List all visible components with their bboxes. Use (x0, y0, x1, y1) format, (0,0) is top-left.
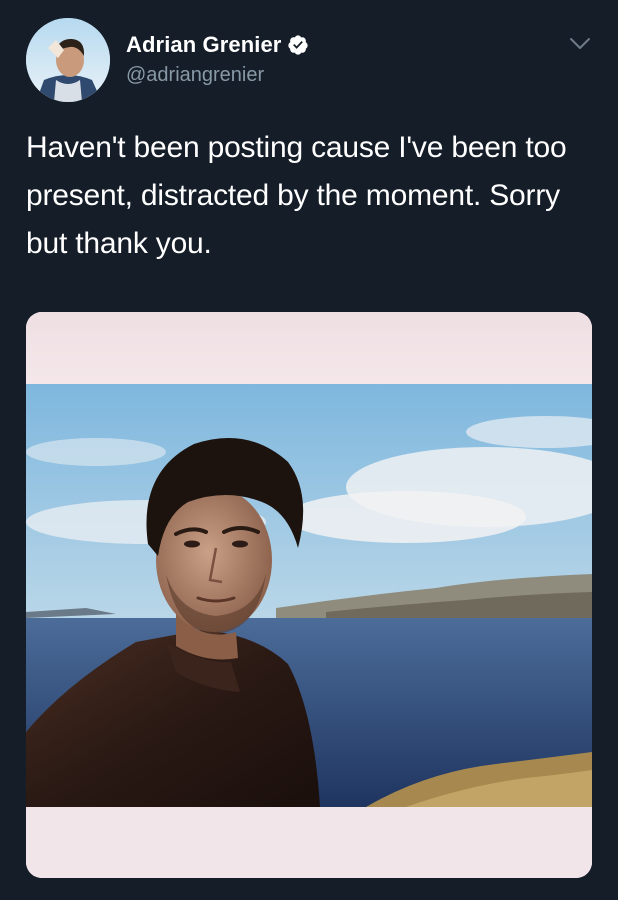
user-handle[interactable]: @adriangrenier (126, 64, 264, 87)
verified-badge-icon (287, 34, 309, 56)
tweet-header: Adrian Grenier @adriangrenier (26, 16, 592, 102)
tweet-photo[interactable] (26, 312, 592, 878)
chevron-down-icon[interactable] (568, 36, 592, 52)
avatar[interactable] (26, 18, 110, 102)
name-row: Adrian Grenier (126, 32, 309, 58)
display-name[interactable]: Adrian Grenier (126, 32, 281, 58)
photo-image (26, 312, 592, 878)
tweet-text: Haven't been posting cause I've been too… (26, 131, 567, 260)
tweet-card: Adrian Grenier @adriangrenier Haven't be… (0, 0, 618, 900)
avatar-image (26, 18, 110, 102)
